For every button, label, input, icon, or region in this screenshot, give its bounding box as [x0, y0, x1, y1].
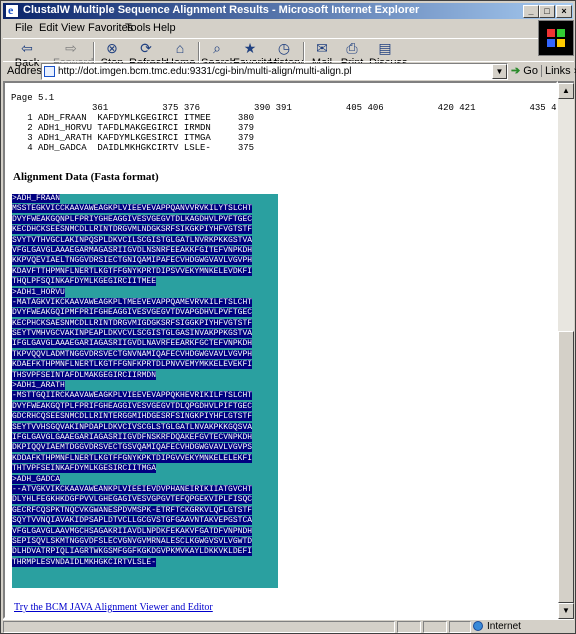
alignment-viewer-link[interactable]: Try the BCM JAVA Alignment Viewer and Ed…: [14, 602, 213, 613]
scroll-up-icon[interactable]: ▲: [558, 83, 574, 99]
fasta-sequence-line: IFGLGAVGLAAAEGARIAGASRIIGVDLNAVRFEEARKFG…: [12, 339, 253, 349]
fasta-sequence-line: MSSTEGKVICCKAAVAWEAGKPLVIEEVEVAPPQANVVRV…: [12, 204, 253, 214]
stop-icon: ⊗: [106, 40, 118, 56]
address-dropdown-icon[interactable]: ▼: [492, 64, 507, 79]
discuss-icon: ▤: [378, 40, 392, 56]
fasta-sequence-line: KDAVFTTHPMNFLNERTLKGTFFGNYKPRTDIPSVVEKYM…: [12, 266, 253, 276]
back-arrow-icon: ⇦: [21, 40, 33, 56]
print-icon: ⎙: [346, 40, 358, 56]
minimize-button[interactable]: _: [523, 5, 539, 18]
fasta-sequence-line: VFGLGAVGLAAVMGCHSAGAKRIIAVDLNPDKFEKAKVFG…: [12, 526, 253, 536]
go-arrow-icon: ➔: [511, 65, 521, 77]
fasta-sequence-line: SEPISQVLSKMTNGGVDFSLECVGNVGVMRNALESCLKGW…: [12, 536, 253, 546]
fasta-sequence-line: GDCRHCQSEESNMCDLLRINTERGGMIHDGESRFSINGKP…: [12, 412, 253, 422]
fasta-sequence-line: THRMPLESVNDAIDLMKHGKCIRTVLSLE-: [12, 557, 157, 567]
forward-arrow-icon: ⇨: [65, 40, 77, 56]
browser-window: ClustalW Multiple Sequence Alignment Res…: [0, 0, 576, 634]
toolbar: ⇦ Back ⇨ Forward ⊗ Stop ⟳ Refresh ⌂ Home…: [3, 38, 538, 76]
address-url: http://dot.imgen.bcm.tmc.edu:9331/cgi-bi…: [58, 66, 352, 77]
status-cell: [423, 621, 447, 633]
fasta-sequence-line: KECPHCKSAESNMCDLLRINTDRGVMIGDGKSRFSIGGKP…: [12, 318, 253, 328]
alignment-consensus: 361 375 376 390 391 405 406 420 421 435 …: [27, 103, 557, 153]
menu-tools[interactable]: Tools: [125, 22, 151, 34]
fasta-block: >ADH_FRAAN MSSTEGKVICCKAAVAWEAGKPLVIEEVEV…: [12, 194, 278, 588]
status-message: [3, 621, 395, 633]
fasta-sequence-line: KDAEFKTHPMNFLNERTLKGTFFGNFKPRTDLPNVVEMYM…: [12, 360, 253, 370]
history-icon: ◷: [277, 40, 291, 56]
scroll-thumb[interactable]: [558, 331, 574, 603]
fasta-sequence-line: KKPVQEVIAELTNGGVDRSIECTGNIQAMIPAFECVHDGW…: [12, 256, 253, 266]
fasta-sequence-line: SEYTVVHSGQVAKINPDAPLDKVCIVSCGLSTGLGATLNV…: [12, 422, 253, 432]
fasta-header: >ADH1_HORVU: [12, 287, 65, 297]
fasta-sequence-line: KDDAFKTHPMNFLNERTLKGTFFGNYKPKTDIPGVVEKYM…: [12, 453, 253, 463]
fasta-sequence-line: DLYHLFEGKHKDGFPVVLGHEGAGIVESVGPGVTEFQPGE…: [12, 495, 253, 505]
menu-edit[interactable]: Edit: [39, 22, 58, 34]
refresh-icon: ⟳: [140, 40, 152, 56]
vertical-scrollbar[interactable]: ▲ ▼: [558, 81, 574, 619]
fasta-sequence-line: DVYFWEAKGQTPLFPRIFGHEAGGIVESVGEGVTDLQPGD…: [12, 401, 253, 411]
fasta-sequence-line: GECRFCQSPKTNQCVKGWANESPDVMSPK-ETRFTCKGRK…: [12, 505, 253, 515]
page-icon: [44, 66, 55, 77]
page-header: Page 5.1: [11, 93, 55, 103]
fasta-sequence-line: DLHDVATRPIQLIAGRTWKGSMFGGFKGKDGVPKMVKAYL…: [12, 547, 253, 557]
scroll-down-icon[interactable]: ▼: [558, 603, 574, 619]
favorites-icon: ★: [243, 40, 257, 56]
title-bar: ClustalW Multiple Sequence Alignment Res…: [3, 3, 573, 19]
fasta-sequence-line: VFGLGAVGLAAAEGARMAGASRIIGVDLNSNRFEEAKKFG…: [12, 245, 253, 255]
links-button[interactable]: Links »: [541, 65, 576, 77]
home-icon: ⌂: [175, 40, 185, 56]
fasta-sequence-line: SEYTVMHVGCVAKINPEAPLDKVCVLSCGISTGLGASINV…: [12, 329, 253, 339]
fasta-text: >ADH_FRAAN MSSTEGKVICCKAAVAWEAGKPLVIEEVEV…: [12, 194, 278, 568]
close-button[interactable]: ×: [556, 5, 572, 18]
ie-icon: [5, 3, 19, 18]
mail-icon: ✉: [316, 40, 328, 56]
menu-file[interactable]: File: [15, 22, 33, 34]
menu-help[interactable]: Help: [153, 22, 176, 34]
page-content: Page 5.1 361 375 376 390 391 405 406 420…: [3, 81, 558, 619]
fasta-sequence-line: TKPVQQVLADMTNGGVDRSVECTGNVNAMIQAFECVHDGW…: [12, 349, 253, 359]
status-bar: Internet: [3, 619, 574, 633]
maximize-button[interactable]: □: [539, 5, 555, 18]
fasta-sequence-line: DVYFWEAKGQIPMFPRIFGHEAGGIVESVGEGVTDVAPGD…: [12, 308, 253, 318]
status-cell: [449, 621, 471, 633]
menu-view[interactable]: View: [61, 22, 85, 34]
fasta-sequence-line: THQLPFSQINKAFDYMLKGEGIRCIITMEE: [12, 277, 157, 287]
address-input[interactable]: http://dot.imgen.bcm.tmc.edu:9331/cgi-bi…: [41, 63, 508, 80]
fasta-sequence-line: DVYFWEAKGQNPLFPRIYGHEAGGIVESVGEGVTDLKAGD…: [12, 214, 253, 224]
fasta-sequence-line: THSVPFSEINTAFDLMAKGEGIRCIIRMDN: [12, 370, 157, 380]
fasta-sequence-line: DKPIQQVIAEMTDGGVDRSVECTGSVQAMIQAFECVHDGW…: [12, 443, 253, 453]
fasta-header: >ADH_GADCA: [12, 474, 61, 484]
fasta-sequence-line: IFGLGAVGLGAAEGARIAGASRIIGVDFNSKRFDQAKEFG…: [12, 432, 253, 442]
search-icon: ⌕: [213, 40, 221, 56]
fasta-sequence-line: -MSTTGQIIRCKAAVAWEAGKPLVIEEVEVAPPQKHEVRI…: [12, 391, 253, 401]
fasta-sequence-line: THTVPFSEINKAFDYMLKGESIRCIITMGA: [12, 464, 157, 474]
fasta-sequence-line: SVYTVTHVGCLAKINPQSPLDKVCILSCGISTGLGATLNV…: [12, 235, 253, 245]
fasta-sequence-line: SQYTVVNQIAVAKIDPSAPLDTVCLLGCGVSTGFGAAVNT…: [12, 516, 253, 526]
fasta-header: >ADH1_ARATH: [12, 381, 65, 391]
globe-icon: [473, 621, 483, 631]
section-title: Alignment Data (Fasta format): [13, 171, 159, 183]
menu-bar: File Edit View Favorites Tools Help: [3, 20, 538, 38]
fasta-sequence-line: -MATAGKVIKCKAAVAWEAGKPLTMEEVEVAPPQAMEVRV…: [12, 297, 253, 307]
security-zone: Internet: [473, 621, 521, 632]
address-bar: Address http://dot.imgen.bcm.tmc.edu:933…: [3, 61, 576, 80]
windows-logo-icon: [538, 20, 574, 56]
go-button[interactable]: ➔ Go: [511, 64, 538, 77]
window-title: ClustalW Multiple Sequence Alignment Res…: [23, 4, 420, 16]
fasta-sequence-line: --ATVGKVIKCKAAVAWEANKPLVIEEIEVDVPHANEIRI…: [12, 484, 253, 494]
status-cell: [397, 621, 421, 633]
fasta-sequence-line: KECDHCKSEESNMCDLLRINTDRGVMLNDGKSRFSIKGKP…: [12, 225, 253, 235]
fasta-header: >ADH_FRAAN: [12, 194, 61, 203]
